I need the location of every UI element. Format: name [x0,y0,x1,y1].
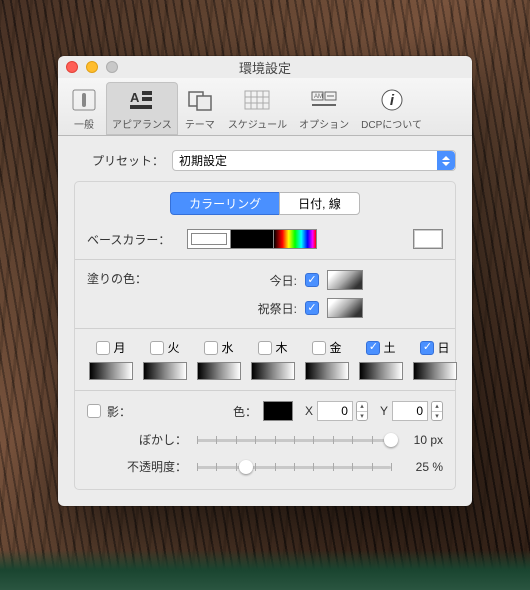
sat-color-well[interactable] [359,362,403,380]
fri-label: 金 [329,339,341,356]
preferences-window: 環境設定 一般 A アピアランス テーマ スケジュール [58,56,472,506]
zoom-button[interactable] [106,61,118,73]
theme-icon [184,86,216,114]
appearance-icon: A [126,86,158,114]
toolbar-item-appearance[interactable]: A アピアランス [106,82,178,135]
shadow-x-label: X [305,404,313,418]
mon-color-well[interactable] [89,362,133,380]
titlebar: 環境設定 [58,56,472,78]
minimize-button[interactable] [86,61,98,73]
tab-date-lines[interactable]: 日付, 線 [279,192,360,215]
wed-checkbox[interactable] [204,341,218,355]
preset-label: プリセット： [74,152,164,169]
toolbar-label: オプション [299,120,349,131]
shadow-y-stepper[interactable]: ▴▾ [431,401,443,421]
opacity-value: 25 % [399,460,443,474]
opacity-label: 不透明度： [87,458,187,475]
toolbar: 一般 A アピアランス テーマ スケジュール AM オプション [58,78,472,136]
tue-label: 火 [167,339,179,356]
toolbar-label: 一般 [74,120,94,131]
toolbar-label: テーマ [185,120,215,131]
options-icon: AM [308,86,340,114]
holiday-color-well[interactable] [327,298,363,318]
base-color-black[interactable] [230,229,274,249]
fri-checkbox[interactable] [312,341,326,355]
today-color-well[interactable] [327,270,363,290]
sun-checkbox[interactable] [420,341,434,355]
shadow-color-label: 色： [233,403,257,420]
tab-coloring[interactable]: カラーリング [170,192,280,215]
fri-color-well[interactable] [305,362,349,380]
base-color-label: ベースカラー： [87,231,187,248]
sat-checkbox[interactable] [366,341,380,355]
divider [75,259,455,260]
divider [75,390,455,391]
traffic-lights [66,61,118,73]
sun-label: 日 [437,339,449,356]
opacity-slider[interactable] [197,459,391,475]
toolbar-item-general[interactable]: 一般 [62,82,106,135]
sun-color-well[interactable] [413,362,457,380]
thu-color-well[interactable] [251,362,295,380]
shadow-y-field[interactable]: 0 [392,401,428,421]
pane-body: プリセット： 初期設定 カラーリング 日付, 線 ベースカラー： 塗り [58,136,472,506]
coloring-panel: カラーリング 日付, 線 ベースカラー： 塗りの色： 今日: [74,181,456,490]
svg-text:A: A [130,90,140,105]
sat-label: 土 [383,339,395,356]
blur-value: 10 px [399,433,443,447]
shadow-x-stepper[interactable]: ▴▾ [356,401,368,421]
preset-select[interactable]: 初期設定 [172,150,456,171]
mon-label: 月 [113,339,125,356]
close-button[interactable] [66,61,78,73]
preset-value: 初期設定 [179,152,227,169]
today-checkbox[interactable] [305,273,319,287]
base-color-rainbow[interactable] [273,229,317,249]
select-arrows-icon [437,151,455,170]
general-icon [68,86,100,114]
toolbar-label: スケジュール [228,120,287,131]
mon-checkbox[interactable] [96,341,110,355]
shadow-checkbox[interactable] [87,404,101,418]
blur-label: ぼかし： [87,431,187,448]
base-color-white[interactable] [187,229,231,249]
toolbar-item-about[interactable]: i DCPについて [355,82,428,135]
toolbar-item-options[interactable]: AM オプション [293,82,355,135]
wed-label: 水 [221,339,233,356]
divider [75,328,455,329]
shadow-x-field[interactable]: 0 [317,401,353,421]
today-label: 今日: [247,272,297,289]
thu-checkbox[interactable] [258,341,272,355]
weekday-row: 月 火 水 木 金 土 日 [87,339,443,380]
wed-color-well[interactable] [197,362,241,380]
toolbar-label: アピアランス [112,120,172,131]
window-title: 環境設定 [58,58,472,77]
svg-text:AM: AM [314,94,323,100]
blur-thumb[interactable] [384,433,398,447]
toolbar-label: DCPについて [361,120,422,131]
tue-checkbox[interactable] [150,341,164,355]
tue-color-well[interactable] [143,362,187,380]
fill-label: 塗りの色： [87,270,167,318]
shadow-color-well[interactable] [263,401,293,421]
toolbar-item-schedule[interactable]: スケジュール [222,82,293,135]
shadow-y-label: Y [380,404,388,418]
base-color-well[interactable] [413,229,443,249]
toolbar-item-theme[interactable]: テーマ [178,82,222,135]
holiday-label: 祝祭日: [247,300,297,317]
info-icon: i [376,86,408,114]
holiday-checkbox[interactable] [305,301,319,315]
blur-slider[interactable] [197,432,391,448]
sub-tabs: カラーリング 日付, 線 [87,192,443,215]
schedule-icon [241,86,273,114]
opacity-thumb[interactable] [239,460,253,474]
shadow-label: 影： [107,403,167,420]
thu-label: 木 [275,339,287,356]
